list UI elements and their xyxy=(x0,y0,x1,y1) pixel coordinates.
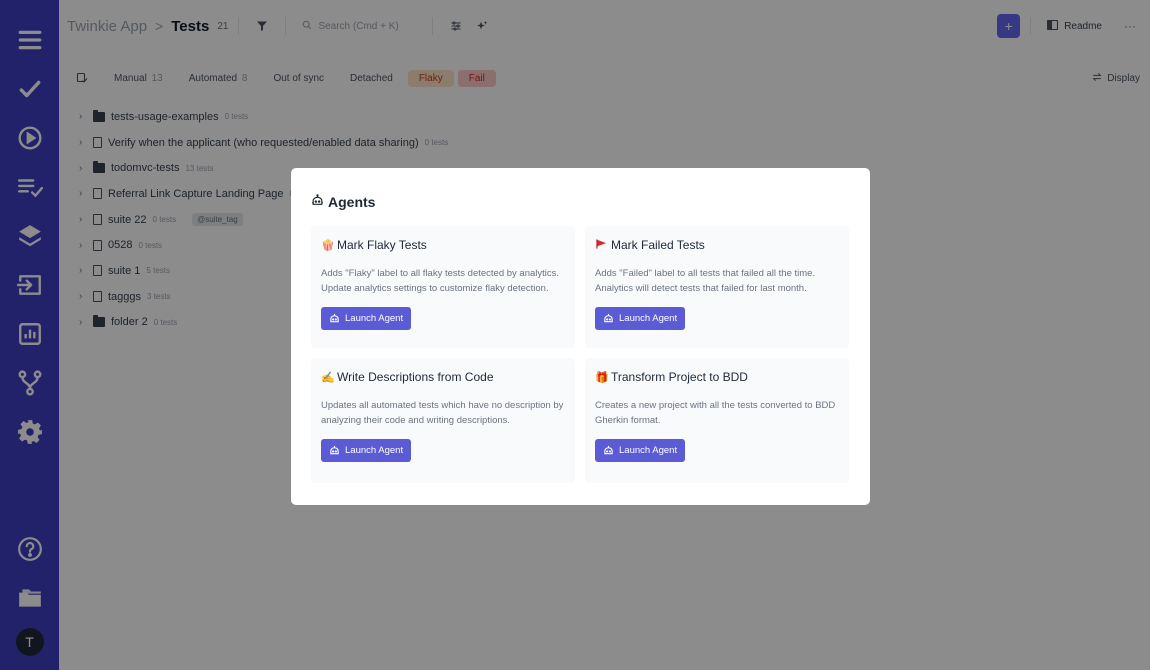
card-title-text: Mark Failed Tests xyxy=(611,238,705,252)
gift-icon: 🎁 xyxy=(595,371,609,384)
card-description-line: Adds "Failed" label to all tests that fa… xyxy=(595,268,816,279)
card-title: Mark Failed Tests xyxy=(595,238,839,252)
card-description-line: Gherkin format. xyxy=(595,415,661,426)
card-title-text: Mark Flaky Tests xyxy=(337,238,427,252)
card-description-line: Updates all automated tests which have n… xyxy=(321,400,564,411)
robot-icon xyxy=(330,313,339,323)
agent-card-mark-flaky: 🍿 Mark Flaky Tests Adds "Flaky" label to … xyxy=(311,226,575,348)
card-description: Adds "Flaky" label to all flaky tests de… xyxy=(321,266,565,296)
modal-title: Agents xyxy=(311,194,850,210)
card-description-line: Update analytics settings to customize f… xyxy=(321,283,549,294)
card-title-text: Write Descriptions from Code xyxy=(337,370,494,384)
agent-cards: 🍿 Mark Flaky Tests Adds "Flaky" label to … xyxy=(311,226,850,483)
writing-hand-icon: ✍ xyxy=(321,371,335,384)
card-title-text: Transform Project to BDD xyxy=(611,370,748,384)
launch-agent-label: Launch Agent xyxy=(345,313,404,324)
robot-icon xyxy=(311,194,324,210)
robot-icon xyxy=(604,445,613,455)
card-description-line: Adds "Flaky" label to all flaky tests de… xyxy=(321,268,560,279)
card-description: Creates a new project with all the tests… xyxy=(595,398,839,428)
agent-card-write-descriptions: ✍ Write Descriptions from Code Updates al… xyxy=(311,358,575,483)
launch-agent-button[interactable]: Launch Agent xyxy=(595,307,686,330)
launch-agent-label: Launch Agent xyxy=(345,445,404,456)
flag-icon xyxy=(595,238,607,252)
modal-title-text: Agents xyxy=(328,194,376,210)
launch-agent-button[interactable]: Launch Agent xyxy=(595,439,686,462)
card-title: ✍ Write Descriptions from Code xyxy=(321,370,565,384)
agent-card-mark-failed: Mark Failed Tests Adds "Failed" label to… xyxy=(585,226,849,348)
launch-agent-label: Launch Agent xyxy=(619,445,678,456)
popcorn-icon: 🍿 xyxy=(321,239,335,252)
card-description-line: Creates a new project with all the tests… xyxy=(595,400,836,411)
robot-icon xyxy=(330,445,339,455)
card-description-line: analyzing their code and writing descrip… xyxy=(321,415,511,426)
card-title: 🍿 Mark Flaky Tests xyxy=(321,238,565,252)
card-title: 🎁 Transform Project to BDD xyxy=(595,370,839,384)
launch-agent-button[interactable]: Launch Agent xyxy=(321,307,412,330)
launch-agent-button[interactable]: Launch Agent xyxy=(321,439,412,462)
robot-icon xyxy=(604,313,613,323)
launch-agent-label: Launch Agent xyxy=(619,313,678,324)
agents-modal: Agents 🍿 Mark Flaky Tests Adds "Flaky" la… xyxy=(291,168,870,505)
agent-card-transform-bdd: 🎁 Transform Project to BDD Creates a new … xyxy=(585,358,849,483)
card-description: Updates all automated tests which have n… xyxy=(321,398,565,428)
card-description-line: Analytics will detect tests that failed … xyxy=(595,283,807,294)
card-description: Adds "Failed" label to all tests that fa… xyxy=(595,266,839,296)
